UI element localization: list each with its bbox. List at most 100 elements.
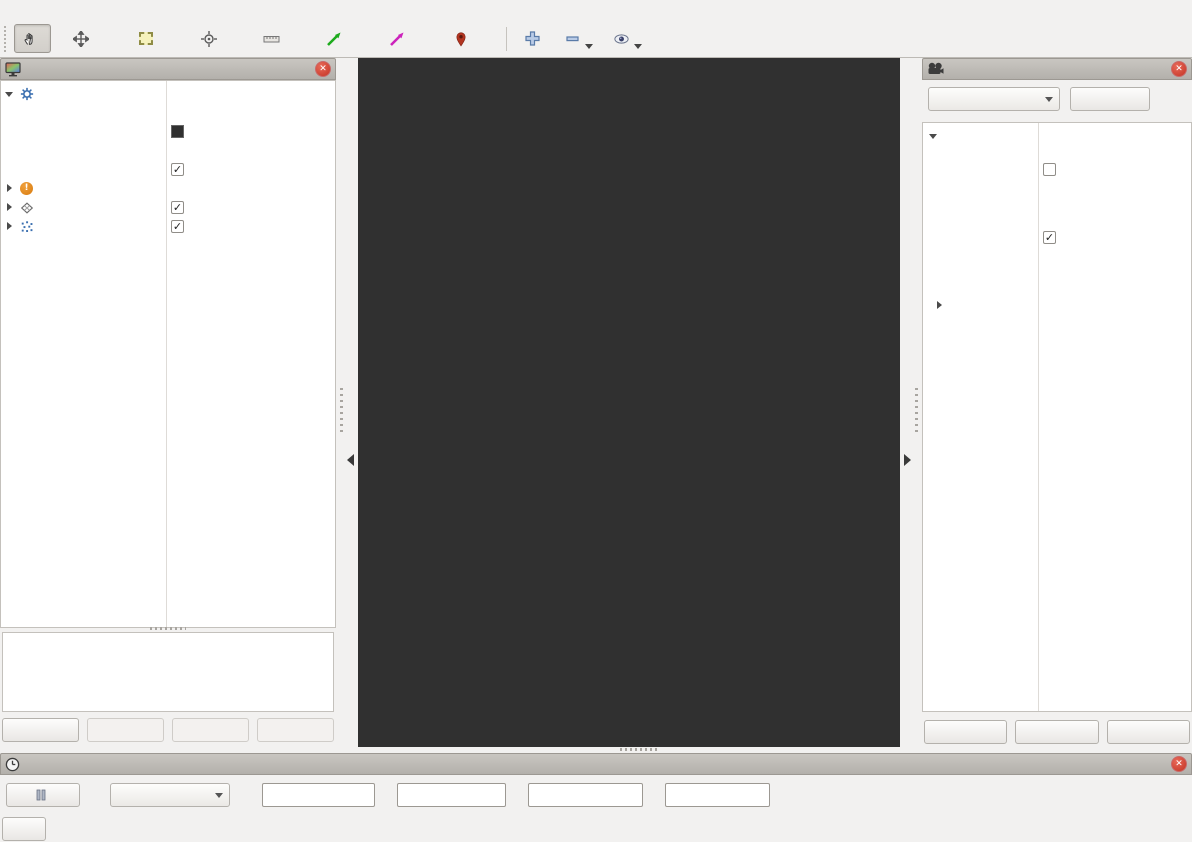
expander-icon[interactable] (929, 131, 939, 141)
display-row-global-options[interactable] (1, 84, 335, 103)
time-panel-header[interactable]: ✕ (0, 753, 1192, 775)
focal-shape-checkbox[interactable]: ✓ (1043, 231, 1056, 244)
displays-splitter-handle[interactable] (150, 627, 186, 630)
left-splitter[interactable] (336, 58, 358, 747)
ros-elapsed-field[interactable] (397, 783, 506, 807)
view-row-distance[interactable] (923, 195, 1191, 212)
displays-tree: ✓ ! ✓ ✓ (0, 80, 336, 628)
remove-tool-dropdown-arrow-icon[interactable] (584, 26, 594, 52)
expander-icon[interactable] (5, 184, 15, 194)
remove-tool-button[interactable] (557, 20, 604, 58)
measure-tool-button[interactable] (256, 24, 293, 53)
menu-panels[interactable] (18, 9, 36, 12)
view-row-yaw[interactable] (923, 246, 1191, 263)
collapse-right-arrow-icon[interactable] (904, 454, 911, 466)
view-row-invert-z[interactable] (923, 161, 1191, 178)
display-row-pointcloud2[interactable]: ✓ (1, 217, 335, 236)
color-swatch (171, 125, 184, 138)
reset-button[interactable] (2, 817, 46, 841)
wall-elapsed-field[interactable] (665, 783, 770, 807)
toolbar (0, 20, 1192, 58)
grid-checkbox[interactable]: ✓ (171, 201, 184, 214)
pointcloud-render (358, 58, 900, 747)
view-type-combobox[interactable] (928, 87, 1060, 111)
display-row-global-status[interactable]: ! (1, 179, 335, 198)
duplicate-button[interactable] (87, 718, 164, 742)
nav-goal-tool-button[interactable] (382, 24, 419, 53)
view-row-pitch[interactable] (923, 263, 1191, 280)
property-help-box (2, 632, 334, 712)
display-row-background-color[interactable] (1, 122, 335, 141)
time-splitter-handle[interactable] (620, 748, 660, 751)
interact-tool-button[interactable] (14, 24, 51, 53)
displays-panel: ✕ ✓ ! (0, 58, 336, 747)
minus-icon (564, 30, 581, 47)
view-row-focal-point[interactable] (923, 297, 1191, 314)
focus-camera-tool-button[interactable] (193, 24, 230, 53)
add-button[interactable] (2, 718, 79, 742)
3d-viewport[interactable] (358, 58, 900, 747)
right-splitter[interactable] (900, 58, 922, 747)
default-light-checkbox[interactable]: ✓ (171, 163, 184, 176)
move-arrows-icon (72, 30, 89, 47)
grid-icon (20, 201, 34, 215)
toolbar-separator (506, 27, 507, 51)
add-tool-button[interactable] (517, 24, 551, 53)
publish-point-tool-button[interactable] (445, 24, 482, 53)
pose-estimate-tool-button[interactable] (319, 24, 356, 53)
select-tool-button[interactable] (130, 24, 167, 53)
time-close-icon[interactable]: ✕ (1171, 756, 1187, 772)
displays-close-icon[interactable]: ✕ (315, 61, 331, 77)
pointcloud2-checkbox[interactable]: ✓ (171, 220, 184, 233)
views-close-icon[interactable]: ✕ (1171, 61, 1187, 77)
rename-button[interactable] (257, 718, 334, 742)
expander-icon[interactable] (5, 203, 15, 213)
time-panel: ✕ (0, 753, 1192, 842)
ros-time-field[interactable] (262, 783, 375, 807)
display-row-grid[interactable]: ✓ (1, 198, 335, 217)
views-panel-header[interactable]: ✕ (922, 58, 1192, 80)
expander-icon[interactable] (935, 301, 945, 311)
move-camera-tool-button[interactable] (65, 24, 102, 53)
menu-help[interactable] (36, 9, 54, 12)
display-row-frame-rate[interactable] (1, 141, 335, 160)
wall-time-field[interactable] (528, 783, 643, 807)
display-row-default-light[interactable]: ✓ (1, 160, 335, 179)
toolbar-drag-handle[interactable] (4, 26, 11, 52)
menu-file[interactable] (0, 9, 18, 12)
view-row-current-view[interactable] (923, 127, 1191, 144)
displays-panel-header[interactable]: ✕ (0, 58, 336, 80)
selection-box-icon (137, 30, 154, 47)
remove-button[interactable] (172, 718, 249, 742)
view-row-near-clip[interactable] (923, 144, 1191, 161)
background-color-value[interactable] (166, 125, 335, 138)
invert-z-checkbox[interactable] (1043, 163, 1056, 176)
camera-icon (927, 62, 944, 76)
views-buttons (924, 720, 1190, 744)
view-row-focal-shape-fixed[interactable]: ✓ (923, 229, 1191, 246)
expander-icon[interactable] (5, 222, 15, 232)
tool-visibility-dropdown-arrow-icon[interactable] (633, 26, 643, 52)
display-row-fixed-frame[interactable] (1, 103, 335, 122)
pause-button[interactable] (6, 783, 80, 807)
crosshair-icon (200, 30, 217, 47)
views-tree: ✓ (922, 122, 1192, 712)
rename-view-button[interactable] (1107, 720, 1190, 744)
warning-icon: ! (20, 182, 33, 195)
save-view-button[interactable] (924, 720, 1007, 744)
views-panel: ✕ (922, 58, 1192, 747)
zero-button[interactable] (1070, 87, 1150, 111)
collapse-left-arrow-icon[interactable] (347, 454, 354, 466)
remove-view-button[interactable] (1015, 720, 1098, 744)
view-row-field-of-view[interactable] (923, 280, 1191, 297)
synchronization-combobox[interactable] (110, 783, 230, 807)
tool-visibility-button[interactable] (606, 20, 653, 58)
view-row-focal-shape-size[interactable] (923, 212, 1191, 229)
pointcloud-icon (20, 220, 34, 234)
displays-icon (5, 62, 21, 77)
pause-icon (36, 789, 46, 801)
magenta-arrow-icon (389, 30, 406, 47)
view-row-target-frame[interactable] (923, 178, 1191, 195)
gear-icon (20, 87, 34, 101)
expander-icon[interactable] (5, 89, 15, 99)
